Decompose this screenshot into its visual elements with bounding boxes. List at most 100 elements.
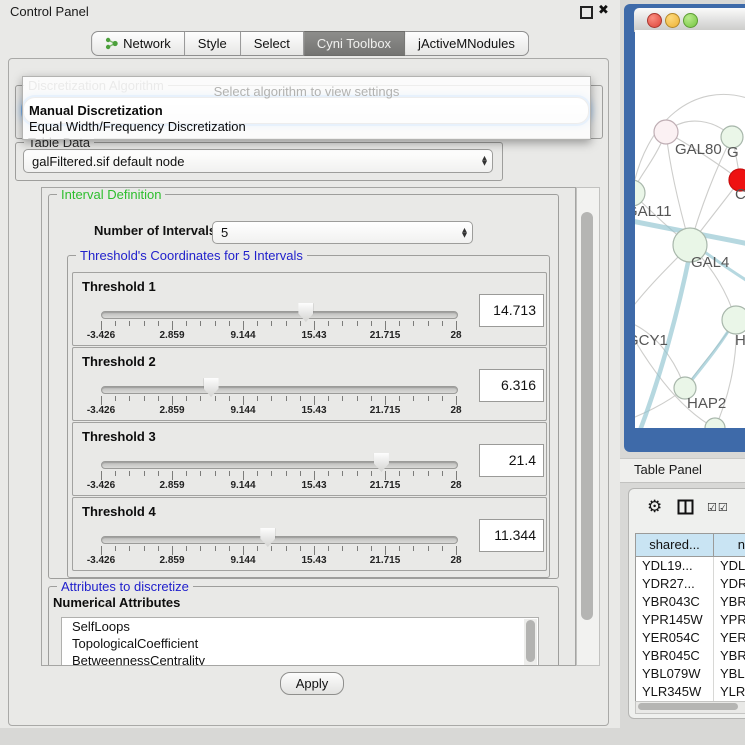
tab-style[interactable]: Style [185,31,241,56]
numerical-attributes-list: SelfLoopsTopologicalCoefficientBetweenne… [61,617,539,666]
threshold-slider-thumb[interactable] [260,528,275,547]
threshold-row: Threshold 4-3.4262.8599.14415.4321.71528… [72,497,547,571]
select-columns-icon[interactable]: ☑☑ [707,501,729,514]
slider-tick [229,471,230,476]
threshold-slider-track[interactable] [101,386,458,394]
slider-tick [357,546,358,551]
table-row[interactable]: YDR27...YDR2 [636,575,745,593]
apply-button[interactable]: Apply [280,672,344,695]
scrollbar-thumb[interactable] [638,703,738,710]
tab-jactivemnodules[interactable]: jActiveMNodules [405,31,529,56]
table-row[interactable]: YBR045CYBR0 [636,647,745,665]
slider-tick [115,471,116,476]
slider-tick [158,321,159,326]
threshold-value-input[interactable]: 14.713 [479,294,544,327]
table-row[interactable]: YPR145WYPR1 [636,611,745,629]
tab-select[interactable]: Select [241,31,304,56]
slider-tick [286,396,287,401]
threshold-slider-track[interactable] [101,536,458,544]
slider-tick [357,396,358,401]
slider-tick-label: 2.859 [159,330,184,341]
threshold-row: Threshold 3-3.4262.8599.14415.4321.71528… [72,422,547,496]
slider-tick [300,321,301,326]
table-row[interactable]: YBL079WYBL0 [636,665,745,683]
close-traffic-light-icon[interactable] [647,13,662,28]
slider-tick-label: 21.715 [370,555,401,566]
slider-tick [271,396,272,401]
scrollbar-thumb[interactable] [526,620,535,662]
network-view-window: GAL80GCGAL11GAL4GCY1HHAP2 [624,4,745,452]
table-panel-title: Table Panel [634,462,702,477]
tab-network[interactable]: Network [91,31,185,56]
threshold-slider-track[interactable] [101,461,458,469]
threshold-value-input[interactable]: 6.316 [479,369,544,402]
attribute-list-item[interactable]: BetweennessCentrality [62,652,538,666]
slider-tick-label: 15.43 [301,405,326,416]
slider-tick [186,321,187,326]
threshold-slider-track[interactable] [101,311,458,319]
slider-tick [314,321,315,330]
network-window-titlebar[interactable] [634,8,745,32]
table-row[interactable]: YBR043CYBR0 [636,593,745,611]
slider-tick [200,396,201,401]
attribute-list-item[interactable]: SelfLoops [62,618,538,635]
network-icon [105,37,118,50]
gear-icon[interactable]: ⚙ [647,497,662,517]
slider-tick [215,321,216,326]
slider-tick [328,321,329,326]
node-label: GAL4 [691,254,729,271]
tab-cyni-toolbox[interactable]: Cyni Toolbox [304,31,405,56]
float-window-icon[interactable] [580,6,593,19]
slider-tick [399,546,400,551]
slider-tick-label: 9.144 [230,555,255,566]
slider-tick [385,546,386,555]
slider-tick [399,471,400,476]
table-data-combobox[interactable]: galFiltered.sif default node ▲▼ [23,149,493,173]
table-horizontal-scrollbar [635,701,745,714]
slider-tick-label: 28 [450,555,461,566]
slider-tick-label: -3.426 [87,330,115,341]
attribute-list-item[interactable]: TopologicalCoefficient [62,635,538,652]
table-row[interactable]: YER054CYER0 [636,629,745,647]
number-of-intervals-combobox[interactable]: 5 ▲▼ [212,221,473,244]
slider-tick [186,396,187,401]
threshold-label: Threshold 4 [82,504,156,519]
network-canvas[interactable]: GAL80GCGAL11GAL4GCY1HHAP2 [635,30,745,428]
cell-shared-name: YBR043C [636,593,714,611]
scrollbar-thumb[interactable] [581,212,593,620]
slider-tick [314,546,315,555]
slider-tick [300,546,301,551]
close-icon[interactable]: ✖ [598,3,609,18]
threshold-row: Threshold 2-3.4262.8599.14415.4321.71528… [72,347,547,421]
threshold-slider-thumb[interactable] [374,453,389,472]
threshold-slider-thumb[interactable] [298,303,313,322]
threshold-slider-thumb[interactable] [204,378,219,397]
slider-tick [456,546,457,555]
threshold-value-input[interactable]: 21.4 [479,444,544,477]
slider-tick [342,546,343,551]
zoom-traffic-light-icon[interactable] [683,13,698,28]
minimize-traffic-light-icon[interactable] [665,13,680,28]
number-of-intervals-label: Number of Intervals [94,223,216,238]
popup-item-manual-discretization[interactable]: Manual Discretization [29,103,163,118]
table-row[interactable]: YLR345WYLR3 [636,683,745,701]
slider-tick [172,471,173,480]
split-view-icon[interactable] [677,499,694,515]
right-node[interactable] [722,306,745,334]
slider-tick [115,321,116,326]
table-row[interactable]: YDL19...YDL1 [636,557,745,575]
bottom-node[interactable] [705,418,725,428]
column-header-1[interactable]: name [714,534,745,557]
slider-tick [328,471,329,476]
slider-tick [243,546,244,555]
slider-tick [428,321,429,326]
control-panel-titlebar: Control Panel ✖ [0,0,620,24]
slider-tick-label: 2.859 [159,405,184,416]
column-header-0[interactable]: shared... [636,534,714,557]
slider-tick [442,471,443,476]
node-label: HAP2 [687,395,726,412]
table-header-row: shared...name [636,534,745,557]
slider-tick [229,546,230,551]
threshold-value-input[interactable]: 11.344 [479,519,544,552]
popup-item-equal-width-frequency[interactable]: Equal Width/Frequency Discretization [29,119,246,134]
